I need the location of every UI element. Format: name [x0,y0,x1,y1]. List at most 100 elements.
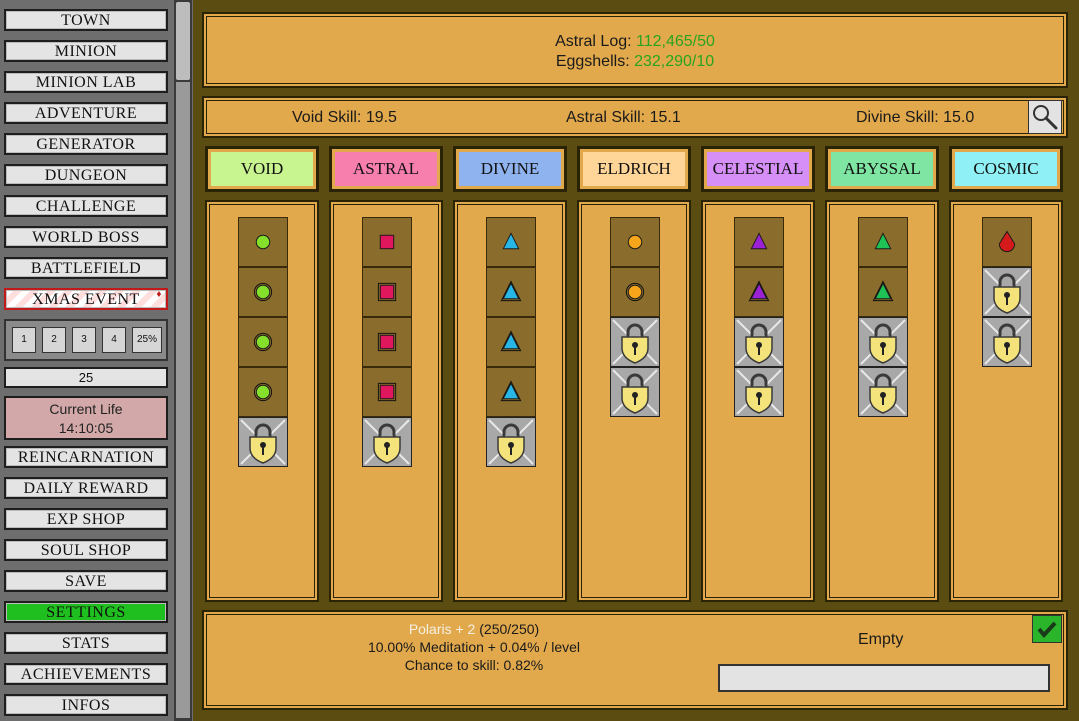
eggshells-label: Eggshells: [555,53,630,70]
eldrich-locked-slot[interactable] [610,317,660,367]
cosmic-locked-slot[interactable] [982,317,1032,367]
eldrich-locked-slot[interactable] [610,367,660,417]
astral-rune-icon [377,282,397,302]
divine-rune-icon [502,232,520,250]
sidebar: 1 2 3 4 25% 25 Current Life 14:10:05 TOW… [0,0,174,721]
abyssal-rune-icon [874,232,892,250]
progress-bar [718,664,1050,692]
detail-panel: Polaris + 2 (250/250) 10.00% Meditation … [202,610,1068,710]
eldrich-rune-slot[interactable] [610,267,660,317]
ratio-button-1[interactable]: 1 [12,327,36,353]
eldrich-rune-slot[interactable] [610,217,660,267]
abyssal-locked-slot[interactable] [858,367,908,417]
void-rune-slot[interactable] [238,217,288,267]
tab-divine[interactable]: DIVINE [453,146,567,192]
nav-battlefield-button[interactable]: BATTLEFIELD [4,257,168,279]
void-rune-icon [255,234,271,250]
abyssal-rune-slot[interactable] [858,267,908,317]
column-divine [453,200,567,602]
divine-locked-slot[interactable] [486,417,536,467]
void-rune-slot[interactable] [238,367,288,417]
tab-celestial[interactable]: CELESTIAL [701,146,815,192]
ratio-button-2[interactable]: 2 [42,327,66,353]
tab-abyssal[interactable]: ABYSSAL [825,146,939,192]
magnifier-icon [1033,105,1058,130]
nav-adventure-button[interactable]: ADVENTURE [4,102,168,124]
eldrich-rune-icon [627,234,643,250]
celestial-rune-slot[interactable] [734,267,784,317]
celestial-rune-icon [748,280,770,302]
astral-rune-slot[interactable] [362,217,412,267]
lock-icon [364,419,410,465]
skills-panel: Void Skill: 19.5 Astral Skill: 15.1 Divi… [202,96,1068,138]
lock-icon [860,319,906,365]
column-abyssal [825,200,939,602]
eggshells-value: 232,290/10 [634,53,715,70]
nav-dungeon-button[interactable]: DUNGEON [4,164,168,186]
nav-generator-button[interactable]: GENERATOR [4,133,168,155]
nav-daily-reward-button[interactable]: DAILY REWARD [4,477,168,499]
queue-status: Empty [858,631,904,648]
divine-rune-icon [500,330,522,352]
nav-town-button[interactable]: TOWN [4,9,168,31]
tab-astral[interactable]: ASTRAL [329,146,443,192]
cosmic-locked-slot[interactable] [982,267,1032,317]
ratio-panel: 1 2 3 4 25% [4,319,168,361]
nav-minion-button[interactable]: MINION [4,40,168,62]
celestial-locked-slot[interactable] [734,367,784,417]
astral-rune-slot[interactable] [362,267,412,317]
search-button[interactable] [1028,100,1062,134]
tab-void[interactable]: VOID [205,146,319,192]
abyssal-rune-slot[interactable] [858,217,908,267]
astral-log-value: 112,465/50 [636,33,715,50]
void-locked-slot[interactable] [238,417,288,467]
nav-world-boss-button[interactable]: WORLD BOSS [4,226,168,248]
nav-stats-button[interactable]: STATS [4,632,168,654]
abyssal-rune-icon [872,280,894,302]
ratio-button-25pct[interactable]: 25% [132,327,162,353]
nav-achievements-button[interactable]: ACHIEVEMENTS [4,663,168,685]
void-skill: Void Skill: 19.5 [292,109,397,126]
void-rune-slot[interactable] [238,267,288,317]
astral-rune-slot[interactable] [362,367,412,417]
nav-exp-shop-button[interactable]: EXP SHOP [4,508,168,530]
astral-skill: Astral Skill: 15.1 [566,109,681,126]
sidebar-scrollbar[interactable] [174,0,192,721]
scrollbar-track [176,82,190,718]
lock-icon [240,419,286,465]
confirm-button[interactable] [1032,615,1062,643]
abyssal-locked-slot[interactable] [858,317,908,367]
nav-settings-button[interactable]: SETTINGS [4,601,168,623]
nav-save-button[interactable]: SAVE [4,570,168,592]
tab-cosmic[interactable]: COSMIC [949,146,1063,192]
resource-panel: Astral Log: 112,465/50 Eggshells: 232,29… [202,12,1068,88]
nav-soul-shop-button[interactable]: SOUL SHOP [4,539,168,561]
eldrich-rune-icon [625,282,645,302]
boost-effect: 10.00% Meditation + 0.04% / level [367,639,581,655]
tab-eldrich[interactable]: ELDRICH [577,146,691,192]
astral-locked-slot[interactable] [362,417,412,467]
ratio-button-4[interactable]: 4 [102,327,126,353]
amount-field[interactable]: 25 [4,367,168,388]
column-celestial [701,200,815,602]
celestial-rune-slot[interactable] [734,217,784,267]
void-rune-slot[interactable] [238,317,288,367]
astral-rune-slot[interactable] [362,317,412,367]
nav-xmas-event-button[interactable]: XMAS EVENT ♦ [4,288,168,310]
nav-reincarnation-button[interactable]: REINCARNATION [4,446,168,468]
ratio-button-3[interactable]: 3 [72,327,96,353]
divine-rune-slot[interactable] [486,267,536,317]
current-life-time: 14:10:05 [58,420,114,436]
scrollbar-thumb[interactable] [176,2,190,80]
nav-infos-button[interactable]: INFOS [4,694,168,716]
column-eldrich [577,200,691,602]
astral-rune-icon [377,382,397,402]
divine-rune-slot[interactable] [486,317,536,367]
divine-rune-slot[interactable] [486,217,536,267]
divine-rune-slot[interactable] [486,367,536,417]
nav-minion-lab-button[interactable]: MINION LAB [4,71,168,93]
nav-challenge-button[interactable]: CHALLENGE [4,195,168,217]
lock-icon [612,319,658,365]
cosmic-rune-slot[interactable] [982,217,1032,267]
celestial-locked-slot[interactable] [734,317,784,367]
